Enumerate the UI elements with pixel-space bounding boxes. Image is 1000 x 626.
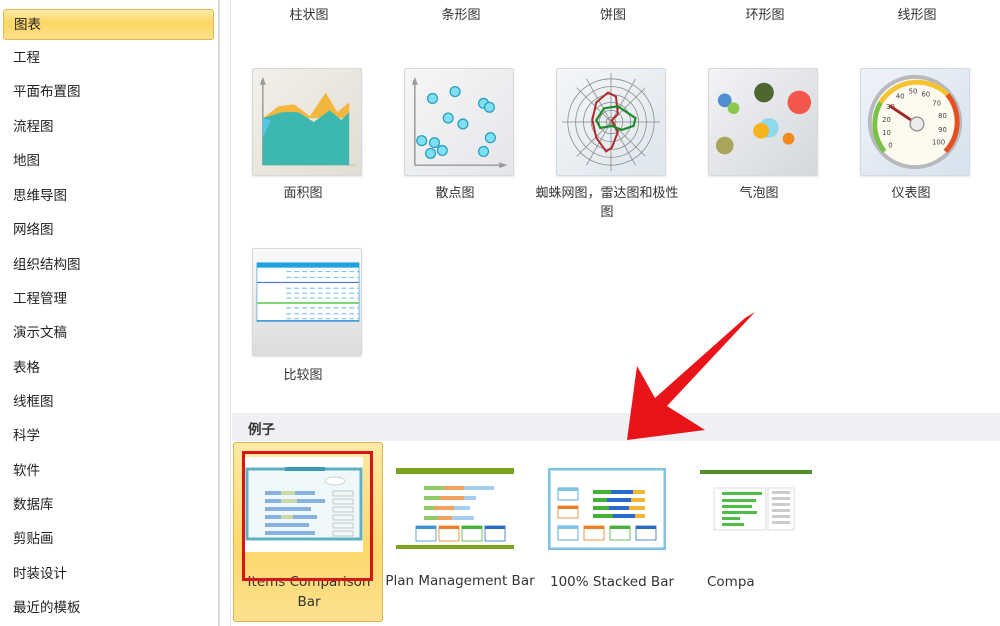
example-label: Items Comparison Bar xyxy=(247,574,371,610)
bubble-chart-icon xyxy=(715,82,812,155)
scatter-chart-icon xyxy=(411,76,508,169)
gauge-tick-label: 90 xyxy=(938,126,947,134)
category-sidebar: 图表 工程 平面布置图 流程图 地图 思维导图 网络图 组织结构图 工程管理 演… xyxy=(0,0,218,626)
gauge-chart-icon: 0 10 20 30 40 50 60 70 80 90 100 xyxy=(867,74,963,170)
sidebar-item-engineering[interactable]: 工程 xyxy=(3,43,214,74)
example-thumbnail xyxy=(245,457,363,552)
area-chart-icon xyxy=(259,76,356,166)
gauge-tick-label: 40 xyxy=(896,92,905,100)
sidebar-item-software[interactable]: 软件 xyxy=(3,456,214,487)
stacked-bar-thumbnail xyxy=(548,468,666,550)
category-column-chart[interactable]: 柱状图 xyxy=(234,4,384,23)
sidebar-item-database[interactable]: 数据库 xyxy=(3,490,214,521)
example-items-comparison-bar[interactable]: Items Comparison Bar xyxy=(233,442,383,622)
example-plan-management-bar[interactable]: Plan Management Bar xyxy=(385,442,535,622)
category-line-chart[interactable]: 线形图 xyxy=(842,4,992,23)
gauge-tick-label: 60 xyxy=(921,90,930,98)
category-radar-chart[interactable] xyxy=(556,68,666,176)
category-pie-chart[interactable]: 饼图 xyxy=(538,4,688,23)
category-scatter-chart-label: 散点图 xyxy=(435,186,475,201)
category-bubble-chart-label: 气泡图 xyxy=(739,186,779,201)
sidebar-item-project-management[interactable]: 工程管理 xyxy=(3,284,214,315)
gauge-tick-label: 10 xyxy=(882,129,891,137)
sidebar-item-presentation[interactable]: 演示文稿 xyxy=(3,318,214,349)
gauge-tick-label: 80 xyxy=(938,112,947,120)
category-donut-chart[interactable]: 环形图 xyxy=(690,4,840,23)
sidebar-item-clipart[interactable]: 剪贴画 xyxy=(3,524,214,555)
comparison-chart-icon xyxy=(256,262,360,322)
sidebar-item-flowchart[interactable]: 流程图 xyxy=(3,112,214,143)
examples-section-header: 例子 xyxy=(232,413,1000,441)
plan-management-thumbnail xyxy=(396,468,514,550)
sidebar-item-charts[interactable]: 图表 xyxy=(3,9,214,40)
sidebar-item-network[interactable]: 网络图 xyxy=(3,215,214,246)
category-comparison-chart[interactable] xyxy=(252,248,362,356)
category-area-chart[interactable] xyxy=(252,68,362,176)
example-comparison[interactable]: Compa xyxy=(689,442,839,622)
sidebar-item-science[interactable]: 科学 xyxy=(3,421,214,452)
gauge-tick-label: 50 xyxy=(909,88,918,96)
sidebar-item-fashion-design[interactable]: 时装设计 xyxy=(3,559,214,590)
example-label: Compa xyxy=(707,574,755,590)
gauge-tick-label: 100 xyxy=(932,139,945,147)
category-bar-chart[interactable]: 条形图 xyxy=(386,4,536,23)
sidebar-item-recent-templates[interactable]: 最近的模板 xyxy=(3,593,214,624)
comparison-thumbnail xyxy=(700,468,816,548)
sidebar-item-org-chart[interactable]: 组织结构图 xyxy=(3,250,214,281)
example-label: Plan Management Bar xyxy=(385,573,535,589)
sidebar-item-mind-map[interactable]: 思维导图 xyxy=(3,181,214,212)
radar-chart-icon xyxy=(561,72,661,172)
sidebar-item-table[interactable]: 表格 xyxy=(3,353,214,384)
category-comparison-chart-label: 比较图 xyxy=(283,368,323,383)
category-radar-chart-label: 蜘蛛网图，雷达图和极性图 xyxy=(535,186,679,220)
example-100-stacked-bar[interactable]: 100% Stacked Bar xyxy=(537,442,687,622)
example-thumbnail xyxy=(700,468,816,550)
items-comparison-thumbnail xyxy=(245,457,363,552)
gauge-tick-label: 20 xyxy=(882,116,891,124)
sidebar-item-map[interactable]: 地图 xyxy=(3,146,214,177)
gauge-tick-label: 0 xyxy=(888,142,892,150)
example-label: 100% Stacked Bar xyxy=(549,574,675,590)
example-thumbnail xyxy=(396,468,514,550)
sidebar-item-wireframe[interactable]: 线框图 xyxy=(3,387,214,418)
examples-section-title: 例子 xyxy=(248,422,275,438)
gauge-tick-label: 70 xyxy=(932,99,941,107)
sidebar-item-floor-plan[interactable]: 平面布置图 xyxy=(3,77,214,108)
category-gauge-chart-label: 仪表图 xyxy=(891,186,931,201)
category-bubble-chart[interactable] xyxy=(708,68,818,176)
sidebar-gutter xyxy=(220,0,231,626)
category-area-chart-label: 面积图 xyxy=(283,186,323,201)
category-scatter-chart[interactable] xyxy=(404,68,514,176)
template-gallery: 柱状图 条形图 饼图 环形图 线形图 面积图 散点图 蜘蛛网图，雷达图和极性图 … xyxy=(232,0,1000,626)
category-gauge-chart[interactable]: 0 10 20 30 40 50 60 70 80 90 100 xyxy=(860,68,970,176)
example-thumbnail xyxy=(548,468,666,550)
